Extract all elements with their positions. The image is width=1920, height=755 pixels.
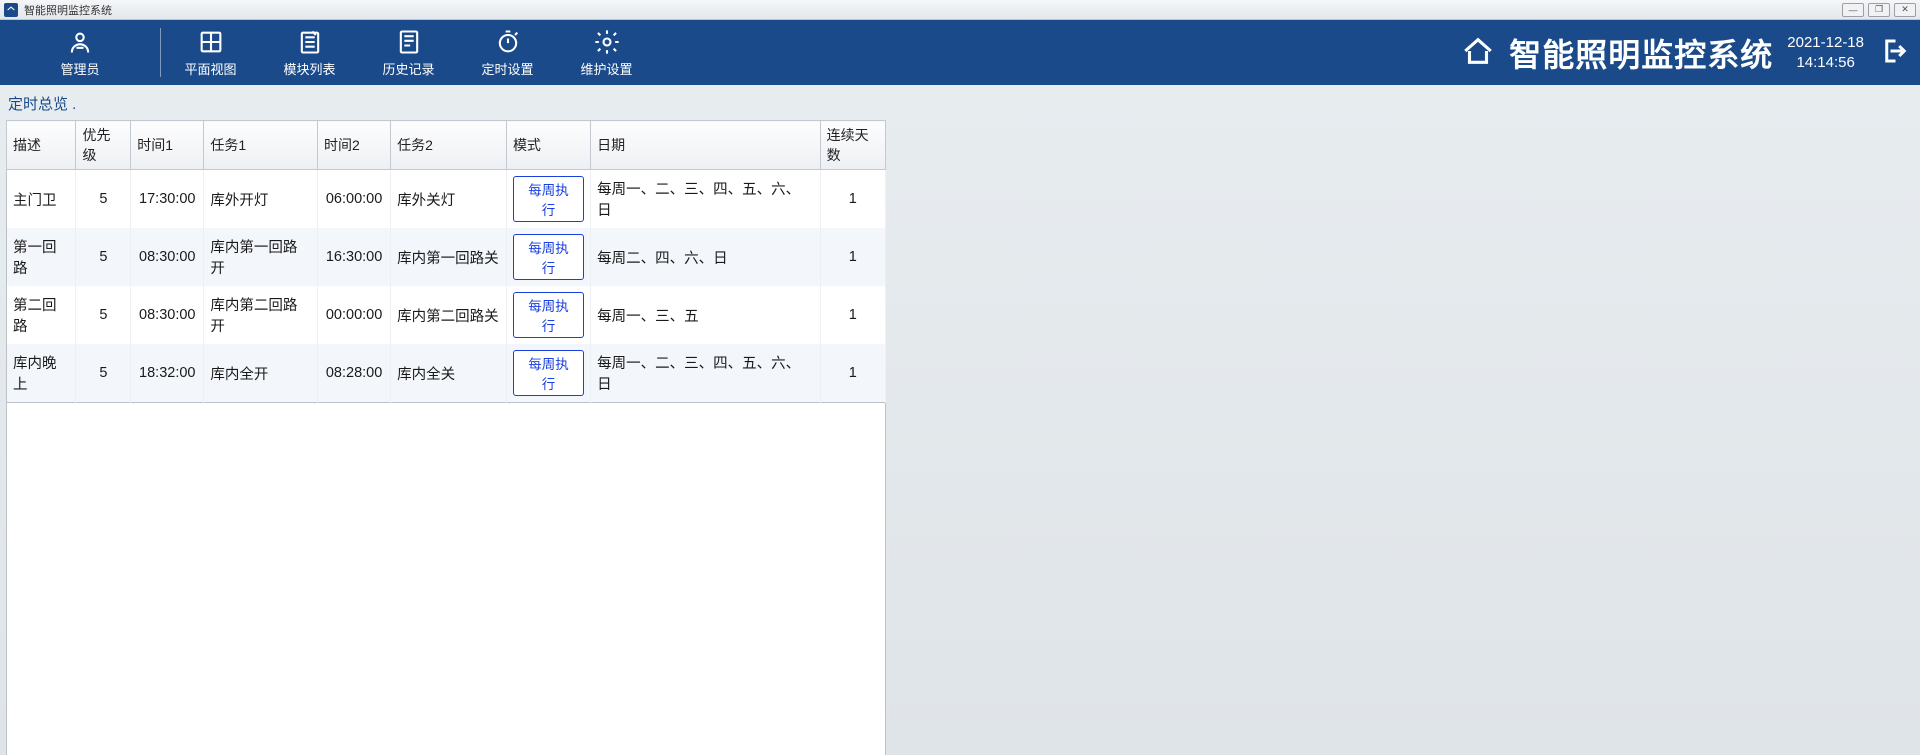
- brand-area: 智能照明监控系统 2021-12-18 14:14:56: [1461, 20, 1920, 85]
- datetime-display: 2021-12-18 14:14:56: [1787, 33, 1864, 72]
- cell-priority: 5: [76, 286, 131, 344]
- col-header-mode[interactable]: 模式: [506, 121, 590, 170]
- brand-title: 智能照明监控系统: [1509, 30, 1773, 76]
- col-header-desc[interactable]: 描述: [7, 121, 76, 170]
- nav-module-list-label: 模块列表: [283, 59, 335, 78]
- cell-time2: 00:00:00: [318, 286, 391, 344]
- cell-desc: 第一回路: [7, 228, 76, 286]
- top-nav: 管理员 平面视图 模块列表 历史记录: [0, 20, 1920, 85]
- cell-task1: 库外开灯: [204, 170, 318, 229]
- cell-time2: 16:30:00: [318, 228, 391, 286]
- user-icon: [66, 27, 94, 57]
- mode-button[interactable]: 每周执行: [513, 350, 584, 396]
- logout-button[interactable]: [1878, 36, 1908, 69]
- nav-admin[interactable]: 管理员: [0, 20, 160, 85]
- table-row[interactable]: 库内晚上518:32:00库内全开08:28:00库内全关每周执行每周一、二、三…: [7, 344, 886, 403]
- col-header-days[interactable]: 连续天数: [820, 121, 885, 170]
- cell-mode: 每周执行: [506, 170, 590, 229]
- nav-module-list[interactable]: 模块列表: [260, 20, 359, 85]
- cell-priority: 5: [76, 344, 131, 403]
- nav-plan-view-label: 平面视图: [184, 59, 236, 78]
- cell-time1: 08:30:00: [131, 286, 204, 344]
- nav-plan-view[interactable]: 平面视图: [161, 20, 260, 85]
- date-text: 2021-12-18: [1787, 33, 1864, 53]
- window-titlebar: 智能照明监控系统 — ❐ ✕: [0, 0, 1920, 20]
- cell-days: 1: [820, 286, 885, 344]
- cell-task2: 库内第一回路关: [391, 228, 507, 286]
- cell-mode: 每周执行: [506, 286, 590, 344]
- cell-task1: 库内第一回路开: [204, 228, 318, 286]
- nav-admin-label: 管理员: [60, 59, 99, 78]
- cell-date: 每周二、四、六、日: [591, 228, 821, 286]
- document-icon: [395, 27, 423, 57]
- col-header-date[interactable]: 日期: [591, 121, 821, 170]
- cell-task2: 库外关灯: [391, 170, 507, 229]
- nav-maintain-label: 维护设置: [580, 59, 632, 78]
- schedule-table: 描述 优先级 时间1 任务1 时间2 任务2 模式 日期 连续天数 主门卫517…: [6, 120, 886, 403]
- cell-task1: 库内第二回路开: [204, 286, 318, 344]
- col-header-task1[interactable]: 任务1: [204, 121, 318, 170]
- cell-desc: 库内晚上: [7, 344, 76, 403]
- table-row[interactable]: 主门卫517:30:00库外开灯06:00:00库外关灯每周执行每周一、二、三、…: [7, 170, 886, 229]
- table-row[interactable]: 第一回路508:30:00库内第一回路开16:30:00库内第一回路关每周执行每…: [7, 228, 886, 286]
- minimize-button[interactable]: —: [1842, 3, 1864, 17]
- nav-history-label: 历史记录: [382, 59, 434, 78]
- mode-button[interactable]: 每周执行: [513, 292, 584, 338]
- nav-timer[interactable]: 定时设置: [458, 20, 557, 85]
- table-row[interactable]: 第二回路508:30:00库内第二回路开00:00:00库内第二回路关每周执行每…: [7, 286, 886, 344]
- col-header-priority[interactable]: 优先级: [76, 121, 131, 170]
- nav-maintain[interactable]: 维护设置: [557, 20, 656, 85]
- cell-time1: 17:30:00: [131, 170, 204, 229]
- cell-days: 1: [820, 228, 885, 286]
- cell-priority: 5: [76, 170, 131, 229]
- app-icon: [4, 3, 18, 17]
- table-header-row: 描述 优先级 时间1 任务1 时间2 任务2 模式 日期 连续天数: [7, 121, 886, 170]
- list-icon: [296, 27, 324, 57]
- cell-time2: 06:00:00: [318, 170, 391, 229]
- cell-date: 每周一、二、三、四、五、六、日: [591, 344, 821, 403]
- mode-button[interactable]: 每周执行: [513, 234, 584, 280]
- col-header-task2[interactable]: 任务2: [391, 121, 507, 170]
- maximize-button[interactable]: ❐: [1868, 3, 1890, 17]
- cell-days: 1: [820, 344, 885, 403]
- cell-mode: 每周执行: [506, 228, 590, 286]
- nav-history[interactable]: 历史记录: [359, 20, 458, 85]
- gear-icon: [593, 27, 621, 57]
- cell-mode: 每周执行: [506, 344, 590, 403]
- content-area: 定时总览 . 描述 优先级 时间1 任务1 时间2 任务2 模式 日期 连续天数: [0, 85, 1920, 755]
- col-header-time1[interactable]: 时间1: [131, 121, 204, 170]
- stopwatch-icon: [494, 27, 522, 57]
- window-title: 智能照明监控系统: [24, 2, 112, 18]
- mode-button[interactable]: 每周执行: [513, 176, 584, 222]
- close-window-button[interactable]: ✕: [1894, 3, 1916, 17]
- page-title: 定时总览 .: [6, 91, 1914, 120]
- cell-task2: 库内第二回路关: [391, 286, 507, 344]
- nav-timer-label: 定时设置: [481, 59, 533, 78]
- cell-time2: 08:28:00: [318, 344, 391, 403]
- cell-time1: 08:30:00: [131, 228, 204, 286]
- cell-task2: 库内全关: [391, 344, 507, 403]
- cell-time1: 18:32:00: [131, 344, 204, 403]
- house-icon: [1461, 34, 1495, 71]
- grid-container: 描述 优先级 时间1 任务1 时间2 任务2 模式 日期 连续天数 主门卫517…: [6, 120, 1914, 755]
- time-text: 14:14:56: [1787, 53, 1864, 73]
- table-empty-area: [6, 403, 886, 755]
- cell-task1: 库内全开: [204, 344, 318, 403]
- floorplan-icon: [197, 27, 225, 57]
- cell-priority: 5: [76, 228, 131, 286]
- cell-desc: 主门卫: [7, 170, 76, 229]
- cell-date: 每周一、三、五: [591, 286, 821, 344]
- col-header-time2[interactable]: 时间2: [318, 121, 391, 170]
- cell-date: 每周一、二、三、四、五、六、日: [591, 170, 821, 229]
- cell-desc: 第二回路: [7, 286, 76, 344]
- cell-days: 1: [820, 170, 885, 229]
